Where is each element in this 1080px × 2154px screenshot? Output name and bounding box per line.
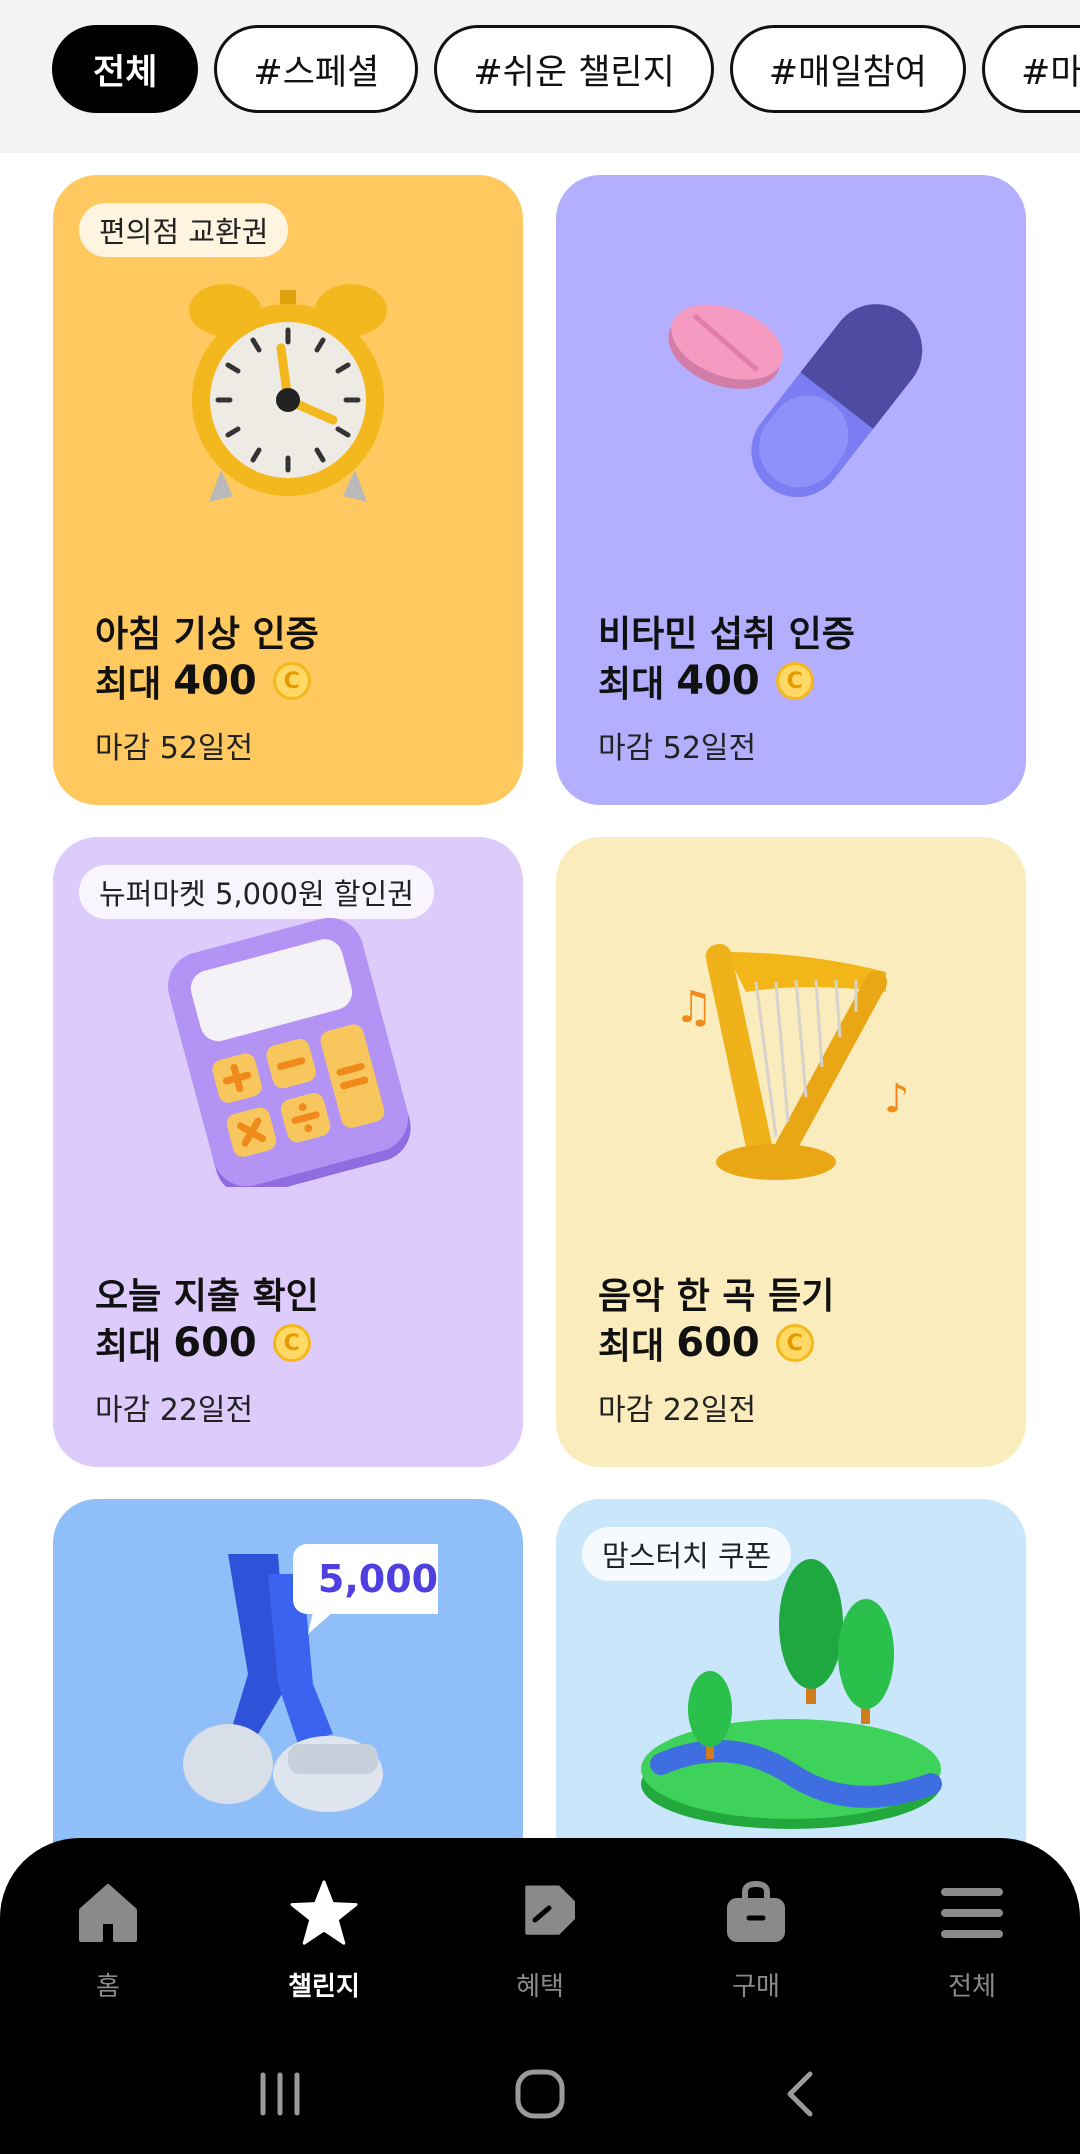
challenge-deadline: 마감 22일전 xyxy=(95,1393,254,1428)
pills-icon xyxy=(556,245,1026,535)
nav-label: 혜택 xyxy=(516,1972,564,2002)
challenge-card-music[interactable]: ♫ ♪ 음악 한 곡 듣기 최대 600 C 마감 22일전 xyxy=(556,837,1026,1467)
nav-item-purchase[interactable]: 구매 xyxy=(648,1878,864,2003)
filter-chip-special[interactable]: #스페셜 xyxy=(214,25,419,113)
home-circle-icon[interactable] xyxy=(500,2054,580,2134)
alarm-clock-icon xyxy=(53,245,523,535)
coin-icon: C xyxy=(272,1324,311,1362)
steps-bubble-text: 5,000 xyxy=(318,1557,438,1601)
filter-chip-mind[interactable]: #마음 설 xyxy=(981,25,1080,113)
park-island-icon xyxy=(556,1539,1026,1829)
nav-item-all[interactable]: 전체 xyxy=(864,1878,1080,2003)
filter-chip-list: 전체 #스페셜 #쉬운 챌린지 #매일참여 #마음 설 xyxy=(52,25,1080,113)
back-icon[interactable] xyxy=(760,2054,840,2134)
filter-chip-daily[interactable]: #매일참여 xyxy=(729,25,966,113)
reward-prefix: 최대 xyxy=(598,664,665,705)
challenge-title: 음악 한 곡 듣기 xyxy=(598,1276,835,1317)
nav-label: 홈 xyxy=(96,1972,120,2002)
challenge-page: 전체 #스페셜 #쉬운 챌린지 #매일참여 #마음 설 편의점 교환권 xyxy=(0,0,1080,2154)
challenge-reward: 최대 600 C xyxy=(598,1317,814,1369)
svg-text:♪: ♪ xyxy=(884,1076,910,1122)
system-navigation-bar xyxy=(0,2054,1080,2134)
bag-icon xyxy=(721,1878,791,1948)
filter-chip-bar: 전체 #스페셜 #쉬운 챌린지 #매일참여 #마음 설 xyxy=(0,0,1080,153)
tag-icon xyxy=(505,1878,575,1948)
reward-prefix: 최대 xyxy=(95,664,162,705)
challenge-title: 아침 기상 인증 xyxy=(95,614,319,655)
coin-icon: C xyxy=(775,1324,814,1362)
reward-amount: 600 xyxy=(676,1320,760,1366)
reward-amount: 600 xyxy=(173,1320,257,1366)
nav-item-challenge[interactable]: 챌린지 xyxy=(216,1878,432,2003)
challenge-reward: 최대 400 C xyxy=(95,655,311,707)
coin-icon: C xyxy=(272,662,311,700)
challenge-title: 비타민 섭취 인증 xyxy=(598,614,855,655)
challenge-reward: 최대 600 C xyxy=(95,1317,311,1369)
filter-chip-all[interactable]: 전체 xyxy=(52,25,199,113)
harp-icon: ♫ ♪ xyxy=(556,907,1026,1197)
reward-prefix: 최대 xyxy=(598,1326,665,1367)
reward-amount: 400 xyxy=(676,658,760,704)
challenge-deadline: 마감 22일전 xyxy=(598,1393,757,1428)
filter-chip-easy[interactable]: #쉬운 챌린지 xyxy=(434,25,714,113)
challenge-card-wakeup[interactable]: 편의점 교환권 아침 기상 인증 최대 400 C 마감 52일전 xyxy=(53,175,523,805)
nav-label: 구매 xyxy=(732,1972,780,2002)
walking-legs-icon: 5,000 xyxy=(53,1539,523,1829)
challenge-title: 오늘 지출 확인 xyxy=(95,1276,319,1317)
challenge-deadline: 마감 52일전 xyxy=(598,731,757,766)
home-icon xyxy=(73,1878,143,1948)
bottom-navigation: 홈 챌린지 혜택 구매 전체 xyxy=(0,1838,1080,2154)
nav-label: 챌린지 xyxy=(288,1972,360,2002)
nav-item-home[interactable]: 홈 xyxy=(0,1878,216,2003)
reward-prefix: 최대 xyxy=(95,1326,162,1367)
coin-icon: C xyxy=(775,662,814,700)
menu-icon xyxy=(937,1878,1007,1948)
nav-item-benefits[interactable]: 혜택 xyxy=(432,1878,648,2003)
svg-text:♫: ♫ xyxy=(674,982,713,1033)
recent-apps-icon[interactable] xyxy=(240,2054,320,2134)
challenge-card-vitamin[interactable]: 비타민 섭취 인증 최대 400 C 마감 52일전 xyxy=(556,175,1026,805)
calculator-icon xyxy=(53,907,523,1197)
challenge-reward: 최대 400 C xyxy=(598,655,814,707)
challenge-deadline: 마감 52일전 xyxy=(95,731,254,766)
challenge-card-spending[interactable]: 뉴퍼마켓 5,000원 할인권 오늘 지출 확인 최대 600 C 마감 22일… xyxy=(53,837,523,1467)
star-icon xyxy=(289,1878,359,1948)
nav-label: 전체 xyxy=(948,1972,996,2002)
reward-amount: 400 xyxy=(173,658,257,704)
